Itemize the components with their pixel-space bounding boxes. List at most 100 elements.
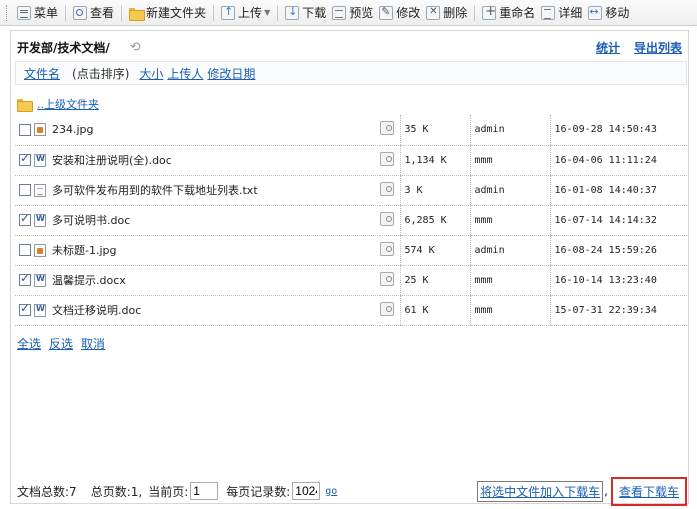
current-page-input[interactable] <box>190 482 219 500</box>
file-modified-date: 16-07-14 14:14:32 <box>549 205 687 236</box>
chevron-down-icon: ▼ <box>264 8 271 17</box>
detail-button[interactable]: 详细 <box>538 3 585 23</box>
path-bar: 开发部/技术文档/ ⟲ 统计 导出列表 <box>17 37 682 57</box>
upload-button[interactable]: 上传▼ <box>218 3 273 23</box>
menu-button[interactable]: 菜单 <box>14 3 61 23</box>
file-name-cell: 多可说明书.doc <box>15 205 380 236</box>
file-row[interactable]: 多可软件发布用到的软件下载地址列表.txt 3 Kadmin 16-01-08 14… <box>15 175 687 206</box>
file-row[interactable]: 多可说明书.doc 6,285 Kmmm16-07-14 14:14:32 <box>15 205 687 236</box>
file-name-cell: 未标题-1.jpg <box>15 235 380 266</box>
preview-icon[interactable] <box>380 241 394 256</box>
file-row[interactable]: 安装和注册说明(全).doc 1,134 Kmmm16-04-06 11:11:2… <box>15 145 687 176</box>
go-link[interactable]: go <box>325 486 337 497</box>
file-name[interactable]: 234.jpg <box>52 123 94 136</box>
preview-cell <box>380 205 400 236</box>
cancel-selection-link[interactable]: 取消 <box>81 335 105 352</box>
file-checkbox[interactable] <box>19 184 31 196</box>
preview-icon[interactable] <box>380 301 394 316</box>
preview-label: 预览 <box>349 6 374 20</box>
file-name[interactable]: 温馨提示.docx <box>52 272 126 288</box>
file-size: 6,285 K <box>399 205 470 236</box>
parent-folder-icon <box>17 97 33 112</box>
file-checkbox[interactable] <box>19 244 31 256</box>
preview-icon[interactable] <box>380 151 394 166</box>
sort-by-size[interactable]: 大小 <box>139 65 163 82</box>
menu-label: 菜单 <box>34 6 59 20</box>
toolbar-divider <box>474 4 476 21</box>
sort-by-name[interactable]: 文件名 <box>24 65 60 82</box>
view-button[interactable]: 查看 <box>70 3 117 23</box>
file-name[interactable]: 文档迁移说明.doc <box>52 302 141 318</box>
rename-button[interactable]: 重命名 <box>479 3 538 23</box>
file-name[interactable]: 多可软件发布用到的软件下载地址列表.txt <box>52 182 258 198</box>
view-download-cart-button[interactable]: 查看下载车 <box>610 476 687 506</box>
file-uploader: mmm <box>469 145 550 176</box>
file-name-cell: 文档迁移说明.doc <box>15 295 380 326</box>
parent-folder-link[interactable]: ..上级文件夹 <box>37 96 99 112</box>
view-icon <box>73 5 88 20</box>
edit-label: 修改 <box>396 6 421 20</box>
file-uploader: admin <box>469 235 550 266</box>
detail-icon <box>541 5 556 20</box>
file-name[interactable]: 多可说明书.doc <box>52 212 130 228</box>
upload-label: 上传 <box>238 6 263 20</box>
toolbar-divider <box>121 4 123 21</box>
preview-icon[interactable] <box>380 211 394 226</box>
toolbar-divider <box>277 4 279 21</box>
view-label: 查看 <box>90 6 115 20</box>
file-row[interactable]: 234.jpg 35 Kadmin 16-09-28 14:50:43 <box>15 115 687 146</box>
sort-by-modified[interactable]: 修改日期 <box>207 65 255 82</box>
toolbar-grip <box>6 4 10 21</box>
export-list-link[interactable]: 导出列表 <box>634 39 682 56</box>
file-name-cell: 多可软件发布用到的软件下载地址列表.txt <box>15 175 380 206</box>
file-size: 61 K <box>399 295 470 326</box>
preview-icon <box>332 5 347 20</box>
per-page-label: 每页记录数: <box>226 484 291 499</box>
file-size: 574 K <box>399 235 470 266</box>
total-docs: 文档总数:7 <box>17 484 77 499</box>
move-button[interactable]: 移动 <box>585 3 632 23</box>
detail-label: 详细 <box>558 6 583 20</box>
new-folder-button[interactable]: 新建文件夹 <box>126 3 209 23</box>
refresh-icon[interactable]: ⟲ <box>130 40 141 55</box>
per-page-input[interactable] <box>292 482 321 500</box>
preview-icon[interactable] <box>380 121 394 136</box>
file-size: 3 K <box>399 175 470 206</box>
file-name[interactable]: 安装和注册说明(全).doc <box>52 152 172 168</box>
word-doc-icon <box>34 153 46 167</box>
preview-icon[interactable] <box>380 271 394 286</box>
file-row[interactable]: 未标题-1.jpg 574 Kadmin 16-08-24 15:59:26 <box>15 235 687 266</box>
file-checkbox[interactable] <box>19 271 31 286</box>
preview-cell <box>380 115 400 146</box>
file-name-cell: 温馨提示.docx <box>15 265 380 296</box>
file-checkbox[interactable] <box>19 123 31 136</box>
current-page-label: 当前页: <box>148 484 189 499</box>
file-checkbox[interactable] <box>19 211 31 226</box>
sort-hint: (点击排序) <box>72 66 130 81</box>
path-links: 统计 导出列表 <box>596 39 682 56</box>
delete-label: 删除 <box>443 6 468 20</box>
parent-folder-row[interactable]: ..上级文件夹 <box>17 95 99 113</box>
file-row[interactable]: 温馨提示.docx 25 Kmmm16-10-14 13:23:40 <box>15 265 687 296</box>
preview-cell <box>380 145 400 176</box>
file-uploader: mmm <box>469 205 550 236</box>
preview-button[interactable]: 预览 <box>329 3 376 23</box>
file-checkbox[interactable] <box>19 151 31 166</box>
file-uploader: mmm <box>469 295 550 326</box>
sort-by-uploader[interactable]: 上传人 <box>167 65 203 82</box>
footer-bar: 文档总数:7 总页数:1, 当前页: 每页记录数: go 将选中文件加入下载车 … <box>17 476 687 506</box>
invert-selection-link[interactable]: 反选 <box>49 335 73 352</box>
add-to-download-cart-button[interactable]: 将选中文件加入下载车 <box>477 480 604 502</box>
text-file-icon <box>34 183 46 197</box>
edit-icon <box>379 5 394 20</box>
toolbar: 菜单 查看 新建文件夹 上传▼ 下载 预览 修改 删除 重命名 详细 移动 <box>0 0 697 26</box>
download-button[interactable]: 下载 <box>282 3 329 23</box>
file-row[interactable]: 文档迁移说明.doc 61 Kmmm15-07-31 22:39:34 <box>15 295 687 326</box>
stats-link[interactable]: 统计 <box>596 39 620 56</box>
edit-button[interactable]: 修改 <box>376 3 423 23</box>
delete-button[interactable]: 删除 <box>423 3 470 23</box>
select-all-link[interactable]: 全选 <box>17 335 41 352</box>
file-name[interactable]: 未标题-1.jpg <box>52 242 117 258</box>
preview-icon[interactable] <box>380 181 394 196</box>
file-checkbox[interactable] <box>19 301 31 316</box>
